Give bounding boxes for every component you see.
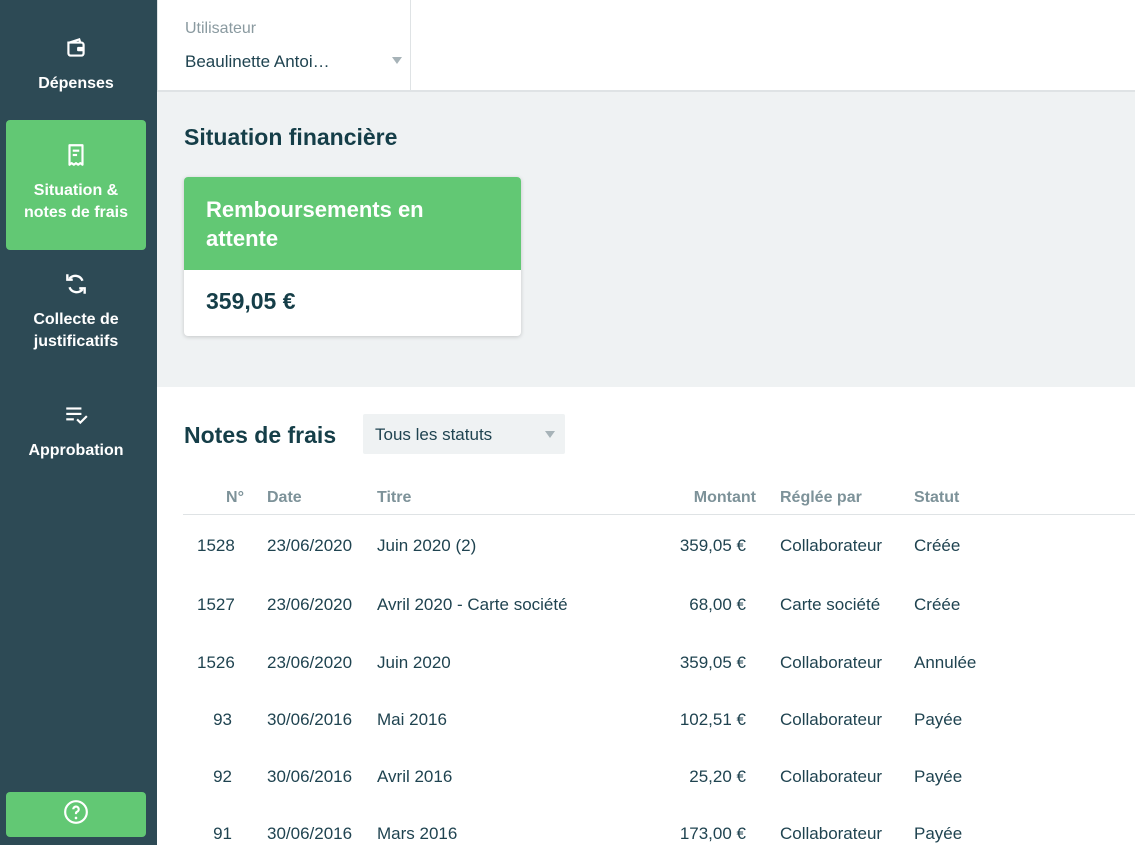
cell-title: Juin 2020 bbox=[377, 653, 451, 672]
sidebar-item-label: Collecte de justificatifs bbox=[33, 311, 119, 350]
cell-status: Annulée bbox=[914, 653, 977, 672]
user-select-label: Utilisateur bbox=[185, 20, 257, 37]
cell-num: 1528 bbox=[197, 536, 235, 555]
cell-num: 1527 bbox=[197, 595, 235, 614]
cell-date: 30/06/2016 bbox=[267, 710, 353, 729]
cell-date: 23/06/2020 bbox=[267, 536, 353, 555]
receipt-icon bbox=[63, 142, 89, 168]
cell-title: Avril 2020 - Carte société bbox=[377, 595, 568, 614]
cell-title: Juin 2020 (2) bbox=[377, 536, 477, 555]
cell-num: 1526 bbox=[197, 653, 235, 672]
cell-amount: 359,05 € bbox=[679, 536, 746, 555]
cell-amount: 25,20 € bbox=[689, 767, 746, 786]
col-header-title[interactable]: Titre bbox=[377, 489, 411, 507]
cell-amount: 68,00 € bbox=[689, 595, 746, 614]
user-select[interactable]: Utilisateur Beaulinette Antoi… bbox=[157, 0, 411, 90]
cell-date: 30/06/2016 bbox=[267, 767, 353, 786]
wallet-icon bbox=[63, 35, 89, 61]
chevron-down-icon bbox=[545, 431, 555, 438]
cell-num: 91 bbox=[213, 824, 232, 843]
sidebar-item-label: Dépenses bbox=[38, 75, 114, 92]
cell-paid-by: Collaborateur bbox=[780, 536, 883, 555]
cell-amount: 359,05 € bbox=[679, 653, 746, 672]
cell-date: 23/06/2020 bbox=[267, 595, 353, 614]
cell-num: 93 bbox=[213, 710, 232, 729]
header-divider bbox=[183, 514, 1135, 515]
pending-refund-card: Remboursements en attente 359,05 € bbox=[184, 177, 521, 336]
cell-title: Mars 2016 bbox=[377, 824, 458, 843]
sidebar-item-approbation[interactable]: Approbation bbox=[6, 402, 146, 472]
sidebar-item-label: Approbation bbox=[28, 442, 124, 459]
chevron-down-icon bbox=[392, 57, 402, 64]
finance-section: Situation financière Remboursements en a… bbox=[157, 92, 1135, 387]
sidebar: Dépenses Situation & notes de frais Coll… bbox=[0, 0, 157, 845]
cell-paid-by: Collaborateur bbox=[780, 824, 883, 843]
sidebar-item-depenses[interactable]: Dépenses bbox=[6, 35, 146, 105]
cell-status: Créée bbox=[914, 536, 961, 555]
sidebar-item-label: Situation & notes de frais bbox=[23, 182, 129, 221]
cell-status: Payée bbox=[914, 824, 963, 843]
col-header-num[interactable]: N° bbox=[197, 489, 244, 507]
cell-paid-by: Collaborateur bbox=[780, 653, 883, 672]
card-amount: 359,05 € bbox=[206, 288, 296, 314]
user-select-value: Beaulinette Antoi… bbox=[185, 52, 330, 71]
cell-paid-by: Carte société bbox=[780, 595, 881, 614]
cell-paid-by: Collaborateur bbox=[780, 710, 883, 729]
notes-title: Notes de frais bbox=[184, 422, 337, 448]
col-header-amount[interactable]: Montant bbox=[637, 489, 756, 507]
cell-status: Payée bbox=[914, 710, 963, 729]
cell-amount: 102,51 € bbox=[679, 710, 746, 729]
status-filter-value: Tous les statuts bbox=[375, 425, 493, 444]
help-icon bbox=[63, 799, 89, 830]
sidebar-item-situation[interactable]: Situation & notes de frais bbox=[6, 120, 146, 250]
cell-status: Créée bbox=[914, 595, 961, 614]
cell-amount: 173,00 € bbox=[679, 824, 746, 843]
notes-section: Notes de frais Tous les statuts N° Date … bbox=[157, 387, 1135, 845]
cell-status: Payée bbox=[914, 767, 963, 786]
finance-title: Situation financière bbox=[184, 124, 398, 150]
status-filter-select[interactable]: Tous les statuts bbox=[363, 414, 565, 454]
cell-paid-by: Collaborateur bbox=[780, 767, 883, 786]
col-header-paid-by[interactable]: Réglée par bbox=[780, 489, 862, 507]
col-header-status[interactable]: Statut bbox=[914, 489, 959, 507]
cell-date: 23/06/2020 bbox=[267, 653, 353, 672]
topbar: Utilisateur Beaulinette Antoi… bbox=[157, 0, 1135, 92]
cell-title: Avril 2016 bbox=[377, 767, 453, 786]
help-button[interactable] bbox=[6, 792, 146, 837]
card-title: Remboursements en attente bbox=[184, 177, 521, 270]
sync-icon bbox=[63, 271, 89, 297]
cell-num: 92 bbox=[213, 767, 232, 786]
cell-date: 30/06/2016 bbox=[267, 824, 353, 843]
col-header-date[interactable]: Date bbox=[267, 489, 302, 507]
checklist-icon bbox=[63, 402, 89, 428]
sidebar-item-collecte[interactable]: Collecte de justificatifs bbox=[6, 271, 146, 371]
cell-title: Mai 2016 bbox=[377, 710, 447, 729]
